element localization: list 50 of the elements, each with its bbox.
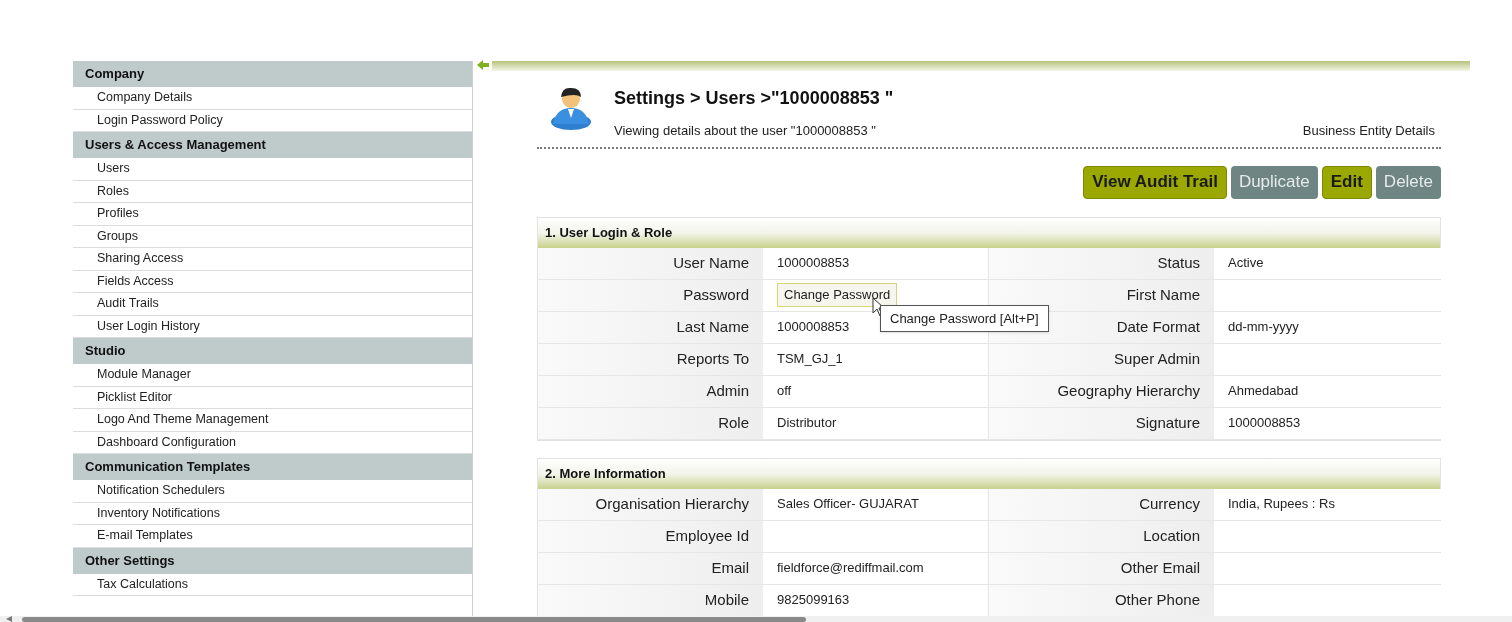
field-label: Other Email: [1120, 557, 1200, 578]
field-label: Password: [683, 284, 749, 305]
field-label: First Name: [1126, 284, 1200, 305]
field-label: User Name: [673, 252, 749, 273]
sidebar-group-header: Company: [73, 61, 472, 87]
collapse-arrow-icon[interactable]: [477, 60, 489, 70]
sidebar-group-header: Studio: [73, 338, 472, 364]
field-label: Email: [711, 557, 749, 578]
field-value: dd-mm-yyyy: [1228, 318, 1299, 337]
field-label: Status: [1157, 252, 1200, 273]
sidebar-group-header: Users & Access Management: [73, 132, 472, 158]
field-label: Reports To: [676, 348, 749, 369]
action-button[interactable]: Edit: [1321, 165, 1372, 199]
field-label: Location: [1143, 525, 1200, 546]
sidebar-group-header: Communication Templates: [73, 454, 472, 480]
field-value: India, Rupees : Rs: [1228, 495, 1335, 514]
field-value: fieldforce@rediffmail.com: [777, 559, 924, 578]
field-label: Signature: [1135, 412, 1200, 433]
field-label: Currency: [1139, 493, 1200, 514]
field-value: 1000008853: [777, 318, 850, 337]
field-label: Super Admin: [1114, 348, 1200, 369]
field-value: Sales Officer- GUJARAT: [777, 495, 919, 514]
field-value: TSM_GJ_1: [777, 350, 843, 369]
action-button[interactable]: View Audit Trail: [1083, 165, 1227, 199]
field-value: Active: [1228, 254, 1264, 273]
field-label: Mobile: [704, 589, 749, 610]
field-value: Distributor: [777, 414, 837, 433]
field-label: Other Phone: [1114, 589, 1200, 610]
business-entity-link[interactable]: Business Entity Details: [1302, 121, 1435, 141]
field-label: Admin: [706, 380, 749, 401]
field-label: Role: [718, 412, 749, 433]
field-label: Organisation Hierarchy: [595, 493, 749, 514]
field-label: Last Name: [676, 316, 749, 337]
field-value: 9825099163: [777, 591, 850, 610]
field-value: Ahmedabad: [1228, 382, 1299, 401]
field-value: off: [777, 382, 792, 401]
field-value: 1000008853: [1228, 414, 1301, 433]
field-label: Geography Hierarchy: [1057, 380, 1200, 401]
section-header: 1. User Login & Role: [538, 217, 1440, 248]
field-label: Date Format: [1116, 316, 1200, 337]
page-subtitle: Viewing details about the user "1000008853 ": [614, 122, 876, 140]
horizontal-scrollbar[interactable]: [22, 616, 806, 622]
tooltip: Change Password [Alt+P]: [880, 305, 1049, 332]
field-value: 1000008853: [777, 254, 850, 273]
page-title: Settings > Users >"1000008853 ": [614, 87, 895, 110]
scroll-left-icon[interactable]: [6, 616, 12, 622]
field-label: Employee Id: [665, 525, 749, 546]
section-header: 2. More Information: [538, 458, 1440, 489]
change-password-button[interactable]: Change Password: [777, 283, 898, 307]
sidebar-group-header: Other Settings: [73, 547, 472, 574]
